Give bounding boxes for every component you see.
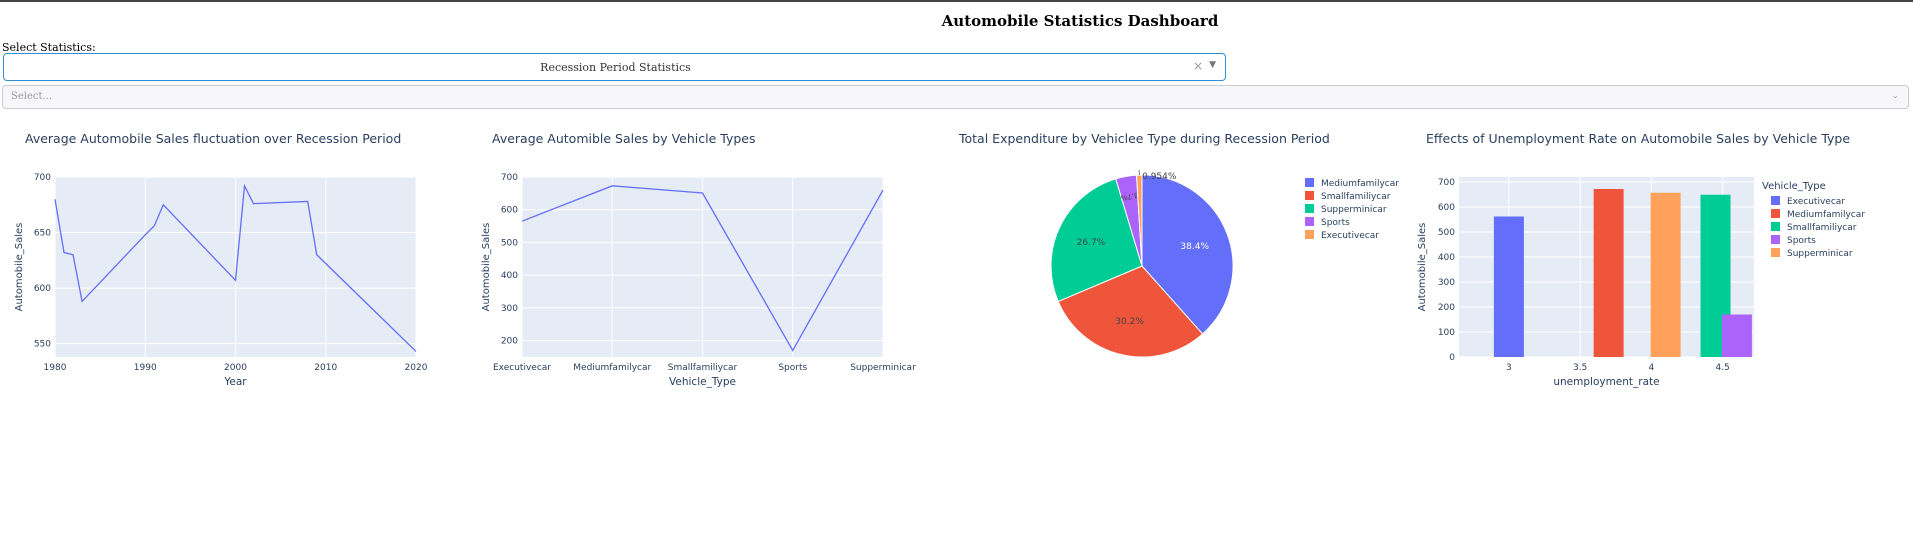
y-axis-label: Automobile_Sales: [481, 223, 492, 312]
y-tick-label: 500: [1438, 228, 1455, 238]
x-tick-label: Smallfamiliycar: [668, 363, 738, 373]
chevron-down-icon[interactable]: ⌄: [1891, 91, 1899, 101]
x-tick-label: 4.5: [1715, 363, 1729, 373]
x-tick-label: 1990: [134, 363, 157, 373]
legend-item: Sports: [1321, 218, 1350, 228]
y-tick-label: 200: [501, 337, 518, 347]
bar: [1493, 216, 1524, 357]
unemployment-vs-sales-bar-chart: Effects of Unemployment Rate on Automobi…: [1417, 131, 1865, 388]
chart-title: Average Automible Sales by Vehicle Types: [492, 131, 756, 146]
sales-over-recession-line-chart: Average Automobile Sales fluctuation ove…: [14, 131, 428, 388]
legend-item: Supperminicar: [1787, 249, 1853, 259]
x-axis-label: Vehicle_Type: [669, 376, 736, 388]
x-tick-label: Sports: [778, 363, 807, 373]
legend-item: Supperminicar: [1321, 205, 1387, 215]
y-tick-label: 400: [1438, 253, 1455, 263]
x-tick-label: 2020: [405, 363, 428, 373]
slice-label: 38.4%: [1180, 242, 1209, 252]
legend-swatch: [1305, 191, 1314, 200]
y-tick-label: 300: [1438, 278, 1455, 288]
sales-by-vehicle-type-line-chart: Average Automible Sales by Vehicle Types…: [481, 131, 916, 388]
y-tick-label: 500: [501, 238, 518, 248]
y-tick-label: 200: [1438, 303, 1455, 313]
slice-label: 26.7%: [1077, 238, 1106, 248]
x-tick-label: Executivecar: [493, 363, 551, 373]
x-axis-label: Year: [223, 376, 247, 388]
x-tick-label: 3: [1506, 363, 1512, 373]
legend-title: Vehicle_Type: [1762, 181, 1826, 192]
legend-item: Smallfamiliycar: [1321, 192, 1391, 202]
expenditure-by-vehicle-type-pie-chart: Total Expenditure by Vehiclee Type durin…: [958, 131, 1399, 358]
bar: [1721, 314, 1752, 357]
x-tick-label: 2010: [314, 363, 337, 373]
legend-swatch: [1305, 217, 1314, 226]
legend-item: Mediumfamilycar: [1787, 210, 1865, 220]
y-tick-label: 400: [501, 271, 518, 281]
chevron-down-icon[interactable]: ▼: [1209, 60, 1216, 70]
slice-label: 0.954%: [1142, 172, 1177, 182]
x-tick-label: Supperminicar: [850, 363, 916, 373]
legend-swatch: [1305, 204, 1314, 213]
legend-item: Smallfamiliycar: [1787, 223, 1857, 233]
y-tick-label: 600: [1438, 203, 1455, 213]
y-tick-label: 650: [34, 229, 51, 239]
legend-swatch: [1771, 196, 1780, 205]
legend-swatch: [1771, 235, 1780, 244]
y-tick-label: 700: [501, 173, 518, 183]
y-tick-label: 550: [34, 340, 51, 350]
y-tick-label: 700: [34, 173, 51, 183]
legend-item: Sports: [1787, 236, 1816, 246]
x-tick-label: 1980: [44, 363, 67, 373]
x-tick-label: 4: [1649, 363, 1655, 373]
chart-title: Effects of Unemployment Rate on Automobi…: [1426, 131, 1850, 146]
legend-swatch: [1305, 230, 1314, 239]
y-tick-label: 0: [1449, 353, 1455, 363]
x-axis-label: unemployment_rate: [1553, 376, 1659, 388]
legend-item: Mediumfamilycar: [1321, 179, 1399, 189]
y-tick-label: 300: [501, 304, 518, 314]
bar: [1650, 192, 1681, 357]
legend-swatch: [1771, 222, 1780, 231]
y-tick-label: 100: [1438, 328, 1455, 338]
close-icon[interactable]: ×: [1193, 59, 1203, 73]
y-tick-label: 700: [1438, 178, 1455, 188]
legend-swatch: [1305, 178, 1314, 187]
statistics-dropdown-value: Recession Period Statistics: [540, 61, 691, 74]
y-tick-label: 600: [501, 206, 518, 216]
window-top-border: [0, 0, 1913, 2]
legend-item: Executivecar: [1787, 197, 1845, 207]
year-dropdown-placeholder: Select...: [11, 91, 53, 102]
slice-label: 30.2%: [1115, 317, 1144, 327]
x-tick-label: 2000: [224, 363, 247, 373]
x-tick-label: Mediumfamilycar: [573, 363, 651, 373]
bar: [1593, 189, 1624, 357]
chart-title: Average Automobile Sales fluctuation ove…: [25, 131, 401, 146]
y-axis-label: Automobile_Sales: [14, 223, 25, 312]
statistics-dropdown[interactable]: Recession Period Statistics × ▼: [3, 53, 1226, 81]
legend-item: Executivecar: [1321, 231, 1379, 241]
legend-swatch: [1771, 248, 1780, 257]
chart-title: Total Expenditure by Vehiclee Type durin…: [958, 131, 1330, 146]
y-axis-label: Automobile_Sales: [1417, 223, 1428, 312]
x-tick-label: 3.5: [1573, 363, 1587, 373]
legend-swatch: [1771, 209, 1780, 218]
y-tick-label: 600: [34, 284, 51, 294]
page-title: Automobile Statistics Dashboard: [941, 12, 1219, 30]
year-dropdown[interactable]: Select... ⌄: [2, 85, 1909, 109]
